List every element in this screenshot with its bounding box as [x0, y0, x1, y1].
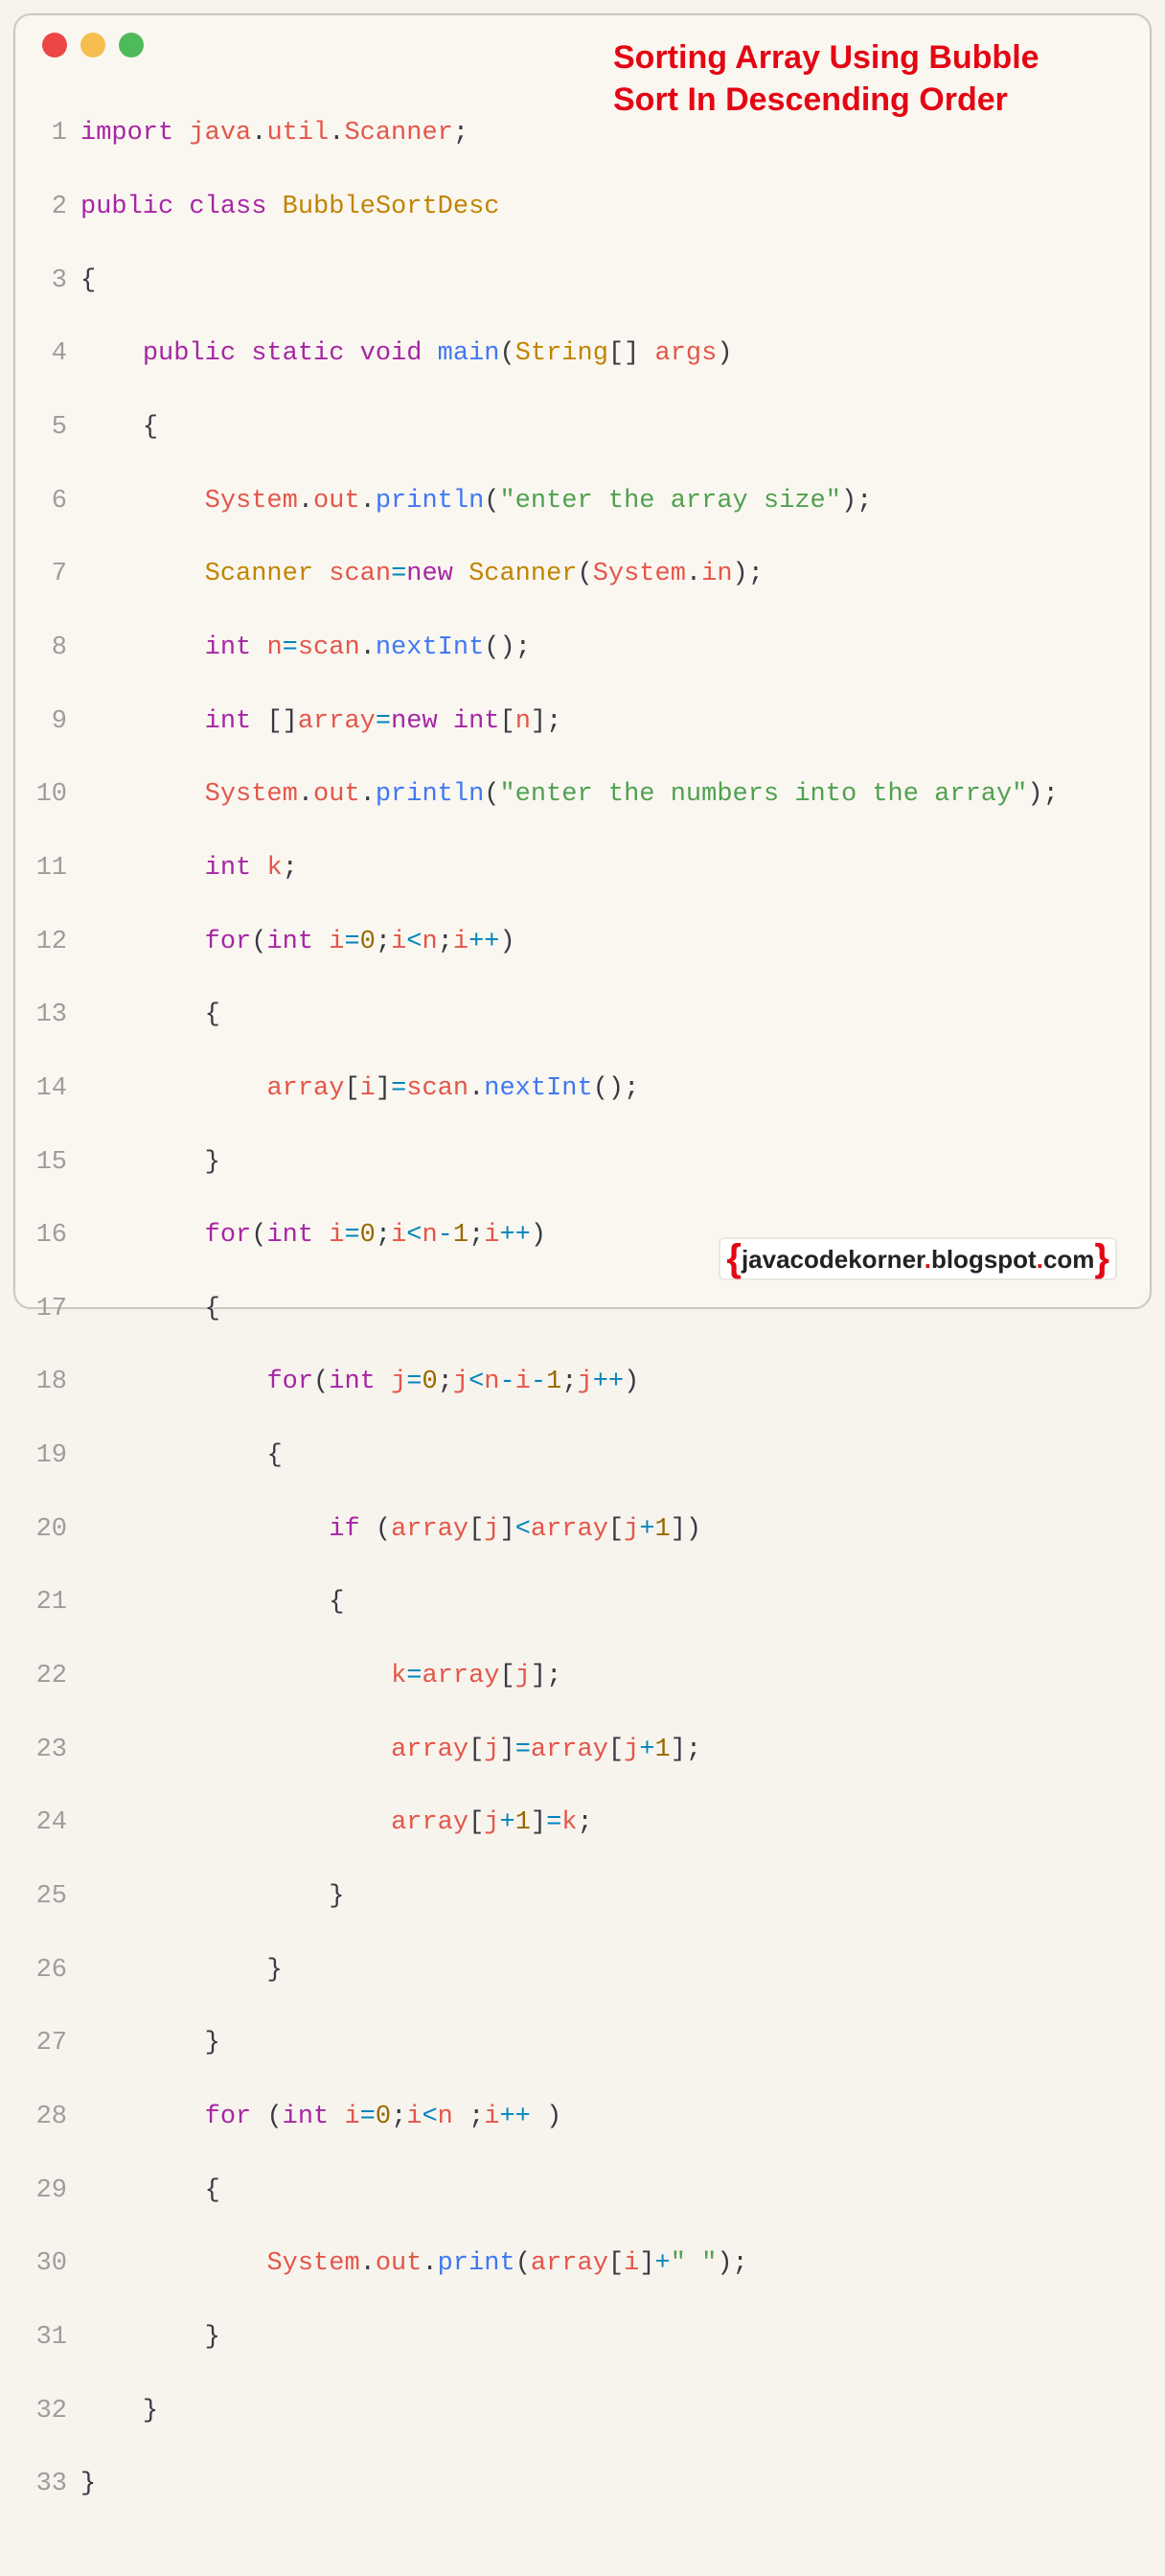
line-number: 5	[34, 409, 80, 446]
line-number: 10	[34, 776, 80, 813]
line-number: 26	[34, 1952, 80, 1989]
line-number: 12	[34, 924, 80, 960]
line-number: 23	[34, 1732, 80, 1768]
brace-left-icon: {	[726, 1247, 742, 1270]
line-number: 31	[34, 2319, 80, 2356]
method-main: main	[438, 339, 500, 368]
line-number: 1	[34, 115, 80, 151]
line-number: 13	[34, 997, 80, 1033]
line-number: 28	[34, 2099, 80, 2135]
minimize-icon[interactable]	[80, 33, 105, 58]
pkg: java	[189, 119, 251, 148]
line-number: 6	[34, 483, 80, 519]
type: int	[266, 928, 313, 956]
line-number: 32	[34, 2393, 80, 2429]
keyword: public	[80, 193, 173, 221]
line-number: 7	[34, 556, 80, 592]
site-name: javacodekorner.blogspot.com	[742, 1245, 1094, 1275]
string-literal: "enter the array size"	[499, 487, 840, 516]
string-literal: "enter the numbers into the array"	[499, 780, 1027, 809]
line-number: 19	[34, 1438, 80, 1474]
keyword: new	[391, 707, 438, 736]
type: int	[205, 707, 252, 736]
line-number: 22	[34, 1658, 80, 1694]
line-number: 17	[34, 1291, 80, 1327]
method: nextInt	[484, 1074, 592, 1103]
line-number: 30	[34, 2245, 80, 2282]
source-badge: { javacodekorner.blogspot.com }	[719, 1237, 1117, 1280]
type: int	[283, 2103, 330, 2131]
keyword: for	[205, 1221, 252, 1250]
method-println: println	[376, 487, 484, 516]
line-number: 15	[34, 1144, 80, 1181]
class-name: BubbleSortDesc	[283, 193, 500, 221]
string-literal: " "	[671, 2249, 718, 2278]
method-println: println	[376, 780, 484, 809]
type: int	[453, 707, 500, 736]
snippet-title: Sorting Array Using Bubble Sort In Desce…	[613, 36, 1111, 121]
line-number: 8	[34, 630, 80, 666]
type: Scanner	[468, 560, 577, 588]
keyword-import: import	[80, 119, 173, 148]
line-number: 9	[34, 703, 80, 740]
line-number: 29	[34, 2173, 80, 2209]
keyword: if	[329, 1515, 359, 1544]
keyword: public	[143, 339, 236, 368]
keyword: new	[406, 560, 453, 588]
pkg: Scanner	[344, 119, 452, 148]
close-icon[interactable]	[42, 33, 67, 58]
line-number: 11	[34, 850, 80, 886]
line-number: 16	[34, 1217, 80, 1254]
method-print: print	[438, 2249, 515, 2278]
keyword: for	[205, 2103, 252, 2131]
keyword: void	[360, 339, 423, 368]
pkg: util	[266, 119, 329, 148]
type: int	[266, 1221, 313, 1250]
keyword: class	[189, 193, 266, 221]
line-number: 20	[34, 1511, 80, 1548]
line-number: 18	[34, 1364, 80, 1400]
type: int	[329, 1368, 376, 1396]
keyword: for	[266, 1368, 313, 1396]
keyword: for	[205, 928, 252, 956]
line-number: 14	[34, 1070, 80, 1107]
line-number: 3	[34, 263, 80, 299]
line-number: 4	[34, 335, 80, 372]
method: nextInt	[376, 633, 484, 662]
param: args	[655, 339, 718, 368]
brace-right-icon: }	[1094, 1247, 1109, 1270]
type: Scanner	[205, 560, 313, 588]
code-window: Sorting Array Using Bubble Sort In Desce…	[13, 13, 1152, 1309]
line-number: 24	[34, 1805, 80, 1841]
line-number: 27	[34, 2025, 80, 2061]
line-number: 21	[34, 1584, 80, 1621]
code-block: 1import java.util.Scanner; 2public class…	[34, 79, 1131, 2576]
line-number: 2	[34, 189, 80, 225]
zoom-icon[interactable]	[119, 33, 144, 58]
type: int	[205, 854, 252, 883]
type: int	[205, 633, 252, 662]
line-number: 33	[34, 2466, 80, 2502]
line-number: 25	[34, 1878, 80, 1915]
type: String	[515, 339, 608, 368]
keyword: static	[251, 339, 344, 368]
